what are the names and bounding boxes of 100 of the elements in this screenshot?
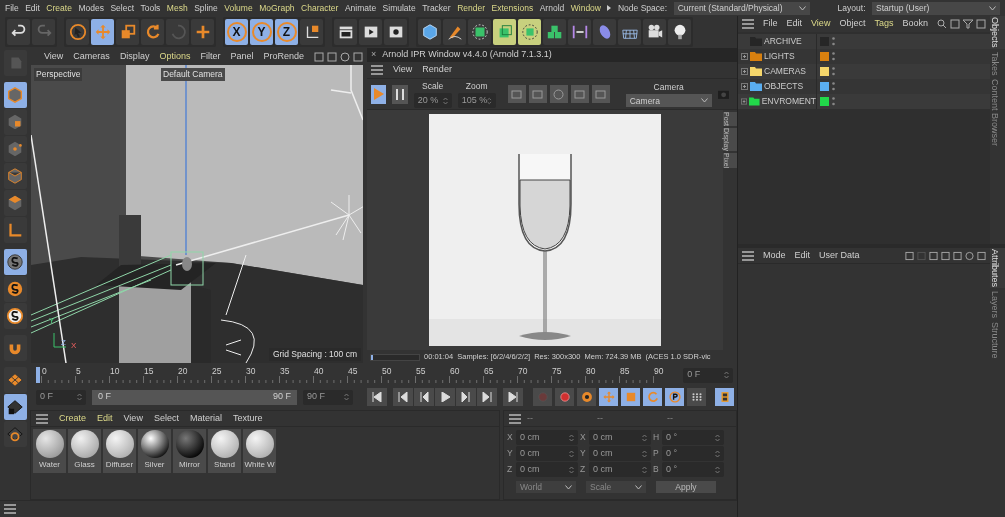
- menu-item[interactable]: Bookn: [902, 17, 928, 31]
- key-button[interactable]: [665, 388, 684, 406]
- material-swatch[interactable]: Water: [33, 429, 66, 473]
- menu-item[interactable]: Render: [457, 1, 486, 15]
- menu-item[interactable]: Select: [110, 1, 134, 15]
- menu-item[interactable]: User Data: [819, 248, 860, 263]
- material-swatch[interactable]: White W: [243, 429, 276, 473]
- tool-button[interactable]: [3, 421, 27, 447]
- menu-item[interactable]: Display: [119, 49, 150, 64]
- menu-item[interactable]: Tools: [140, 1, 161, 15]
- menu-item[interactable]: Filter: [200, 49, 221, 64]
- menu-item[interactable]: MoGraph: [259, 1, 295, 15]
- menu-item[interactable]: Object: [839, 17, 866, 31]
- layout-dropdown[interactable]: Startup (User): [872, 1, 1000, 15]
- menu-item[interactable]: Extensions: [491, 1, 534, 15]
- menu-item[interactable]: Spline: [194, 1, 218, 15]
- pause-button[interactable]: [392, 84, 408, 104]
- tool-button[interactable]: [3, 394, 27, 420]
- menu-item[interactable]: File: [5, 1, 19, 15]
- playback-button[interactable]: [477, 388, 497, 406]
- current-frame-field[interactable]: 0 F: [683, 367, 733, 383]
- view-option-button[interactable]: [528, 85, 547, 103]
- tool-button[interactable]: Y: [250, 19, 273, 45]
- menu-icon[interactable]: [509, 413, 521, 424]
- view-option-button[interactable]: [570, 85, 589, 103]
- side-tab[interactable]: Layers: [990, 290, 1005, 320]
- tool-button[interactable]: [3, 82, 27, 108]
- menu-item[interactable]: Edit: [97, 411, 113, 426]
- object-row[interactable]: OBJECTS: [738, 79, 990, 94]
- scale-field[interactable]: 20 %: [413, 93, 452, 109]
- menu-item[interactable]: Character: [301, 1, 339, 15]
- more-arrow-icon[interactable]: [607, 5, 612, 11]
- coordinate-field[interactable]: 0 cm: [589, 446, 651, 461]
- tool-button[interactable]: [3, 276, 27, 302]
- menu-item[interactable]: Cameras: [73, 49, 110, 64]
- tool-button[interactable]: [384, 19, 407, 45]
- side-tab[interactable]: Takes: [990, 50, 1005, 77]
- menu-item[interactable]: Tags: [874, 17, 894, 31]
- menu-icon[interactable]: [36, 413, 48, 424]
- menu-item[interactable]: Options: [159, 49, 191, 64]
- expand-icon[interactable]: [741, 53, 748, 60]
- tool-button[interactable]: [300, 19, 323, 45]
- menu-item[interactable]: Volume: [224, 1, 253, 15]
- menu-item[interactable]: View: [44, 49, 64, 64]
- tool-button[interactable]: [643, 19, 666, 45]
- object-row[interactable]: CAMERAS: [738, 64, 990, 79]
- object-row[interactable]: LIGHTS: [738, 49, 990, 64]
- playback-button[interactable]: [393, 388, 413, 406]
- menu-item[interactable]: Create: [46, 1, 72, 15]
- coordinate-field[interactable]: 0 cm: [516, 430, 578, 445]
- menu-item[interactable]: View: [393, 63, 413, 77]
- menu-item[interactable]: Select: [153, 411, 179, 426]
- playback-button[interactable]: [456, 388, 476, 406]
- end-frame-field[interactable]: 90 F: [303, 389, 353, 405]
- view-option-button[interactable]: [591, 85, 610, 103]
- playback-button[interactable]: [435, 388, 455, 406]
- menu-item[interactable]: Window: [570, 1, 601, 15]
- play-button[interactable]: [371, 84, 387, 104]
- material-swatch[interactable]: Stand: [208, 429, 241, 473]
- material-swatch[interactable]: Silver: [138, 429, 171, 473]
- tool-button[interactable]: [668, 19, 691, 45]
- coordinate-field[interactable]: 0 cm: [589, 430, 651, 445]
- coordinate-field[interactable]: 0 cm: [589, 462, 651, 477]
- menu-item[interactable]: Arnold: [539, 1, 565, 15]
- side-tab[interactable]: Content Browser: [990, 78, 1005, 148]
- tool-button[interactable]: [3, 303, 27, 329]
- menu-item[interactable]: Edit: [786, 17, 803, 31]
- expand-icon[interactable]: [741, 83, 748, 90]
- menu-item[interactable]: Edit: [25, 1, 40, 15]
- key-button[interactable]: [715, 388, 734, 406]
- view-option-button[interactable]: [507, 85, 526, 103]
- side-tab[interactable]: Objects: [990, 16, 1005, 49]
- playback-button[interactable]: [414, 388, 434, 406]
- close-button[interactable]: ×: [371, 48, 377, 62]
- key-button[interactable]: [577, 388, 596, 406]
- material-swatch[interactable]: Glass: [68, 429, 101, 473]
- object-row[interactable]: ENVROMENT: [738, 94, 990, 109]
- camera-dropdown[interactable]: Camera: [625, 94, 712, 108]
- go-to-start-button[interactable]: [367, 388, 387, 406]
- apply-button[interactable]: Apply: [656, 481, 716, 493]
- start-frame-field[interactable]: 0 F: [36, 389, 86, 405]
- expand-icon[interactable]: [741, 98, 748, 105]
- menu-item[interactable]: ProRende: [263, 49, 304, 64]
- menu-item[interactable]: Texture: [232, 411, 263, 426]
- tool-button[interactable]: [66, 19, 89, 45]
- visibility-dots-icon[interactable]: [832, 67, 835, 76]
- menu-item[interactable]: Render: [422, 63, 452, 77]
- menu-item[interactable]: Panel: [230, 49, 254, 64]
- tool-button[interactable]: Z: [275, 19, 298, 45]
- material-swatch[interactable]: Mirror: [173, 429, 206, 473]
- coordinate-field[interactable]: 0 cm: [516, 462, 578, 477]
- tool-button[interactable]: X: [225, 19, 248, 45]
- menu-icon[interactable]: [742, 19, 754, 29]
- zoom-field[interactable]: 105 %: [457, 93, 496, 109]
- view-option-button[interactable]: [549, 85, 568, 103]
- coordinate-field[interactable]: 0 cm: [516, 446, 578, 461]
- coordinate-field[interactable]: 0 °: [662, 446, 724, 461]
- material-swatch[interactable]: Diffuser: [103, 429, 136, 473]
- menu-icon[interactable]: [4, 504, 16, 514]
- menu-icon[interactable]: [742, 250, 754, 261]
